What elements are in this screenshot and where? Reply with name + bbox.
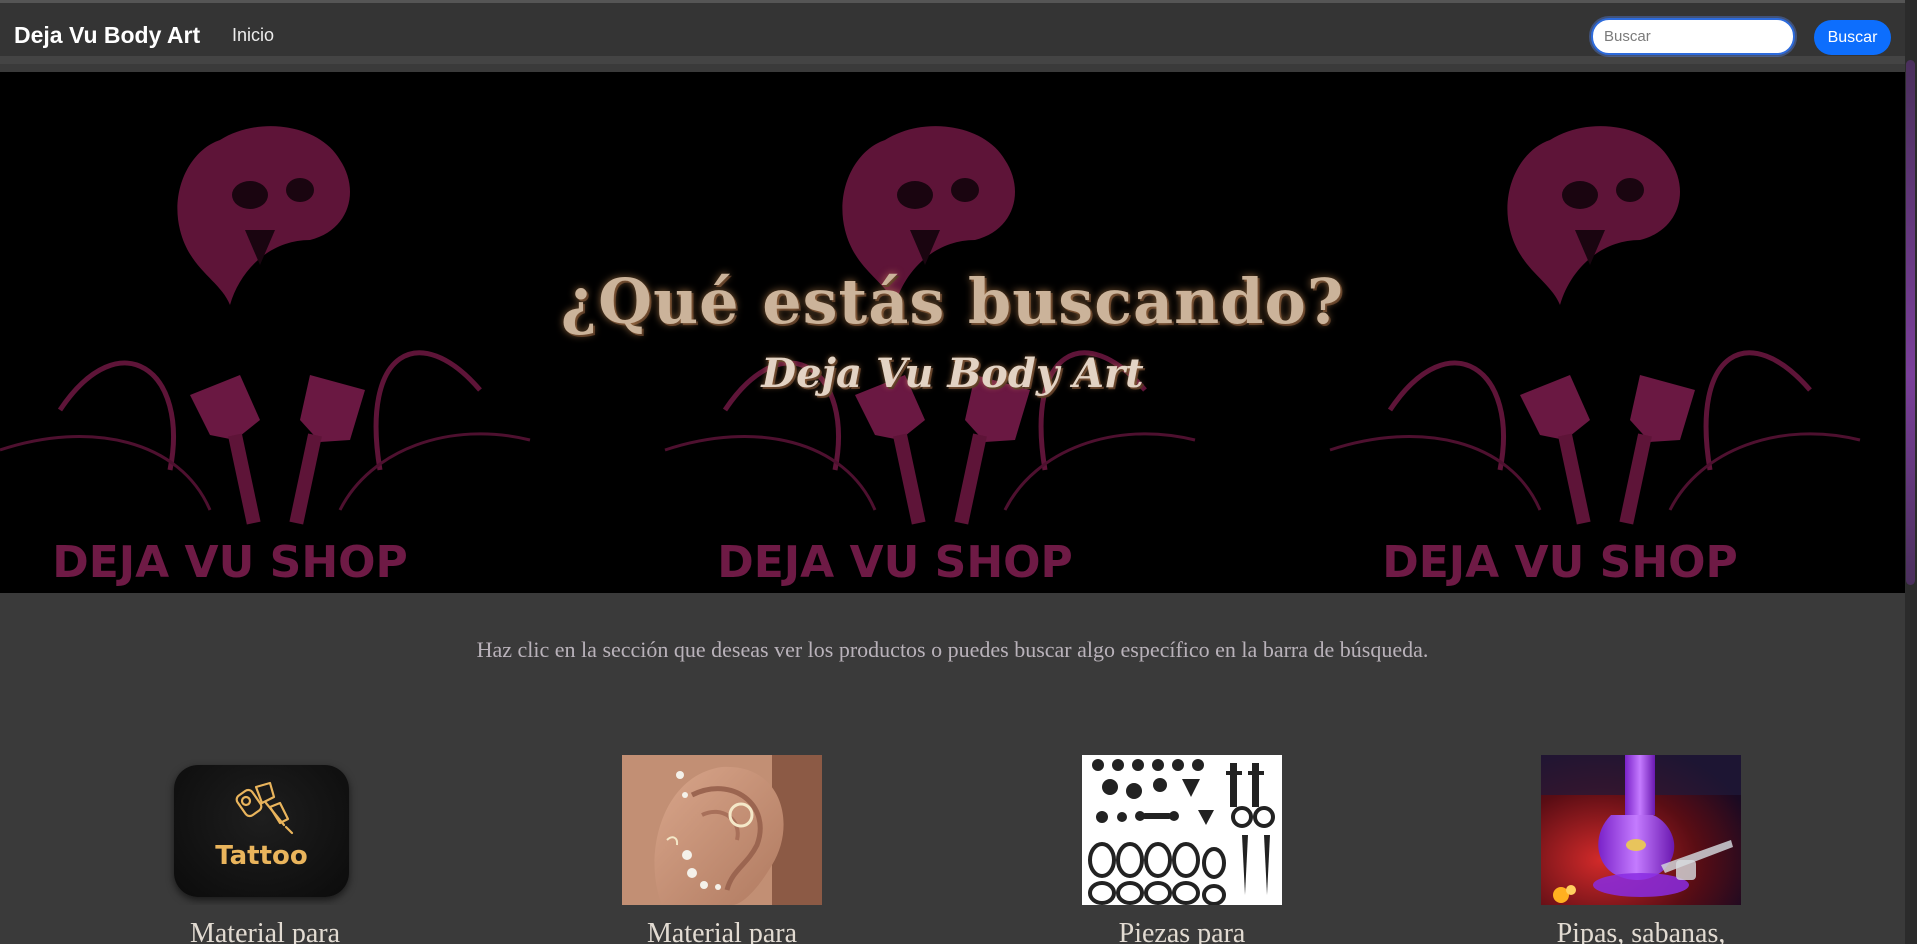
category-label[interactable]: Pipas, sabanas, bbox=[1481, 918, 1801, 944]
page: Deja Vu Body Art Inicio Buscar Buscar DE… bbox=[0, 0, 1917, 944]
nav-link-inicio[interactable]: Inicio bbox=[232, 25, 274, 46]
hero-logo-text-3: DEJA VU SHOP bbox=[1382, 537, 1738, 588]
tattoo-badge: Tattoo bbox=[174, 765, 349, 897]
hero-title: ¿Qué estás buscando? bbox=[560, 265, 1345, 338]
ear-piercing-photo[interactable] bbox=[622, 755, 822, 905]
category-card-tattoo[interactable]: Tattoo Material para bbox=[165, 755, 365, 944]
category-card-pipes[interactable]: Pipas, sabanas, bbox=[1541, 755, 1741, 944]
piercing-jewelry-photo[interactable] bbox=[1082, 755, 1282, 905]
hero-logo-text-1: DEJA VU SHOP bbox=[52, 537, 408, 588]
tattoo-badge-text: Tattoo bbox=[215, 841, 308, 871]
category-label[interactable]: Material para bbox=[562, 918, 882, 944]
hero-banner: DEJA VU SHOP DEJA VU SHOP DEJA VU SHOP ¿… bbox=[0, 72, 1905, 593]
category-card-piercing-material[interactable]: Material para bbox=[622, 755, 822, 944]
brand-logo[interactable]: Deja Vu Body Art bbox=[14, 22, 200, 49]
scrollbar-thumb[interactable] bbox=[1906, 60, 1915, 585]
category-card-pieces[interactable]: Piezas para bbox=[1082, 755, 1282, 944]
category-label[interactable]: Piezas para bbox=[1022, 918, 1342, 944]
search-button[interactable]: Buscar bbox=[1814, 20, 1891, 55]
glass-pipe-photo[interactable] bbox=[1541, 755, 1741, 905]
navbar: Deja Vu Body Art Inicio Buscar bbox=[0, 0, 1905, 64]
intro-text: Haz clic en la sección que deseas ver lo… bbox=[476, 637, 1429, 662]
category-label[interactable]: Material para bbox=[105, 918, 425, 944]
search-input[interactable] bbox=[1591, 18, 1795, 55]
tattoo-machine-icon bbox=[235, 781, 294, 835]
hero-logo-text-2: DEJA VU SHOP bbox=[717, 537, 1073, 588]
category-image-tattoo[interactable]: Tattoo bbox=[165, 755, 365, 905]
hero-subtitle: Deja Vu Body Art bbox=[761, 350, 1144, 397]
